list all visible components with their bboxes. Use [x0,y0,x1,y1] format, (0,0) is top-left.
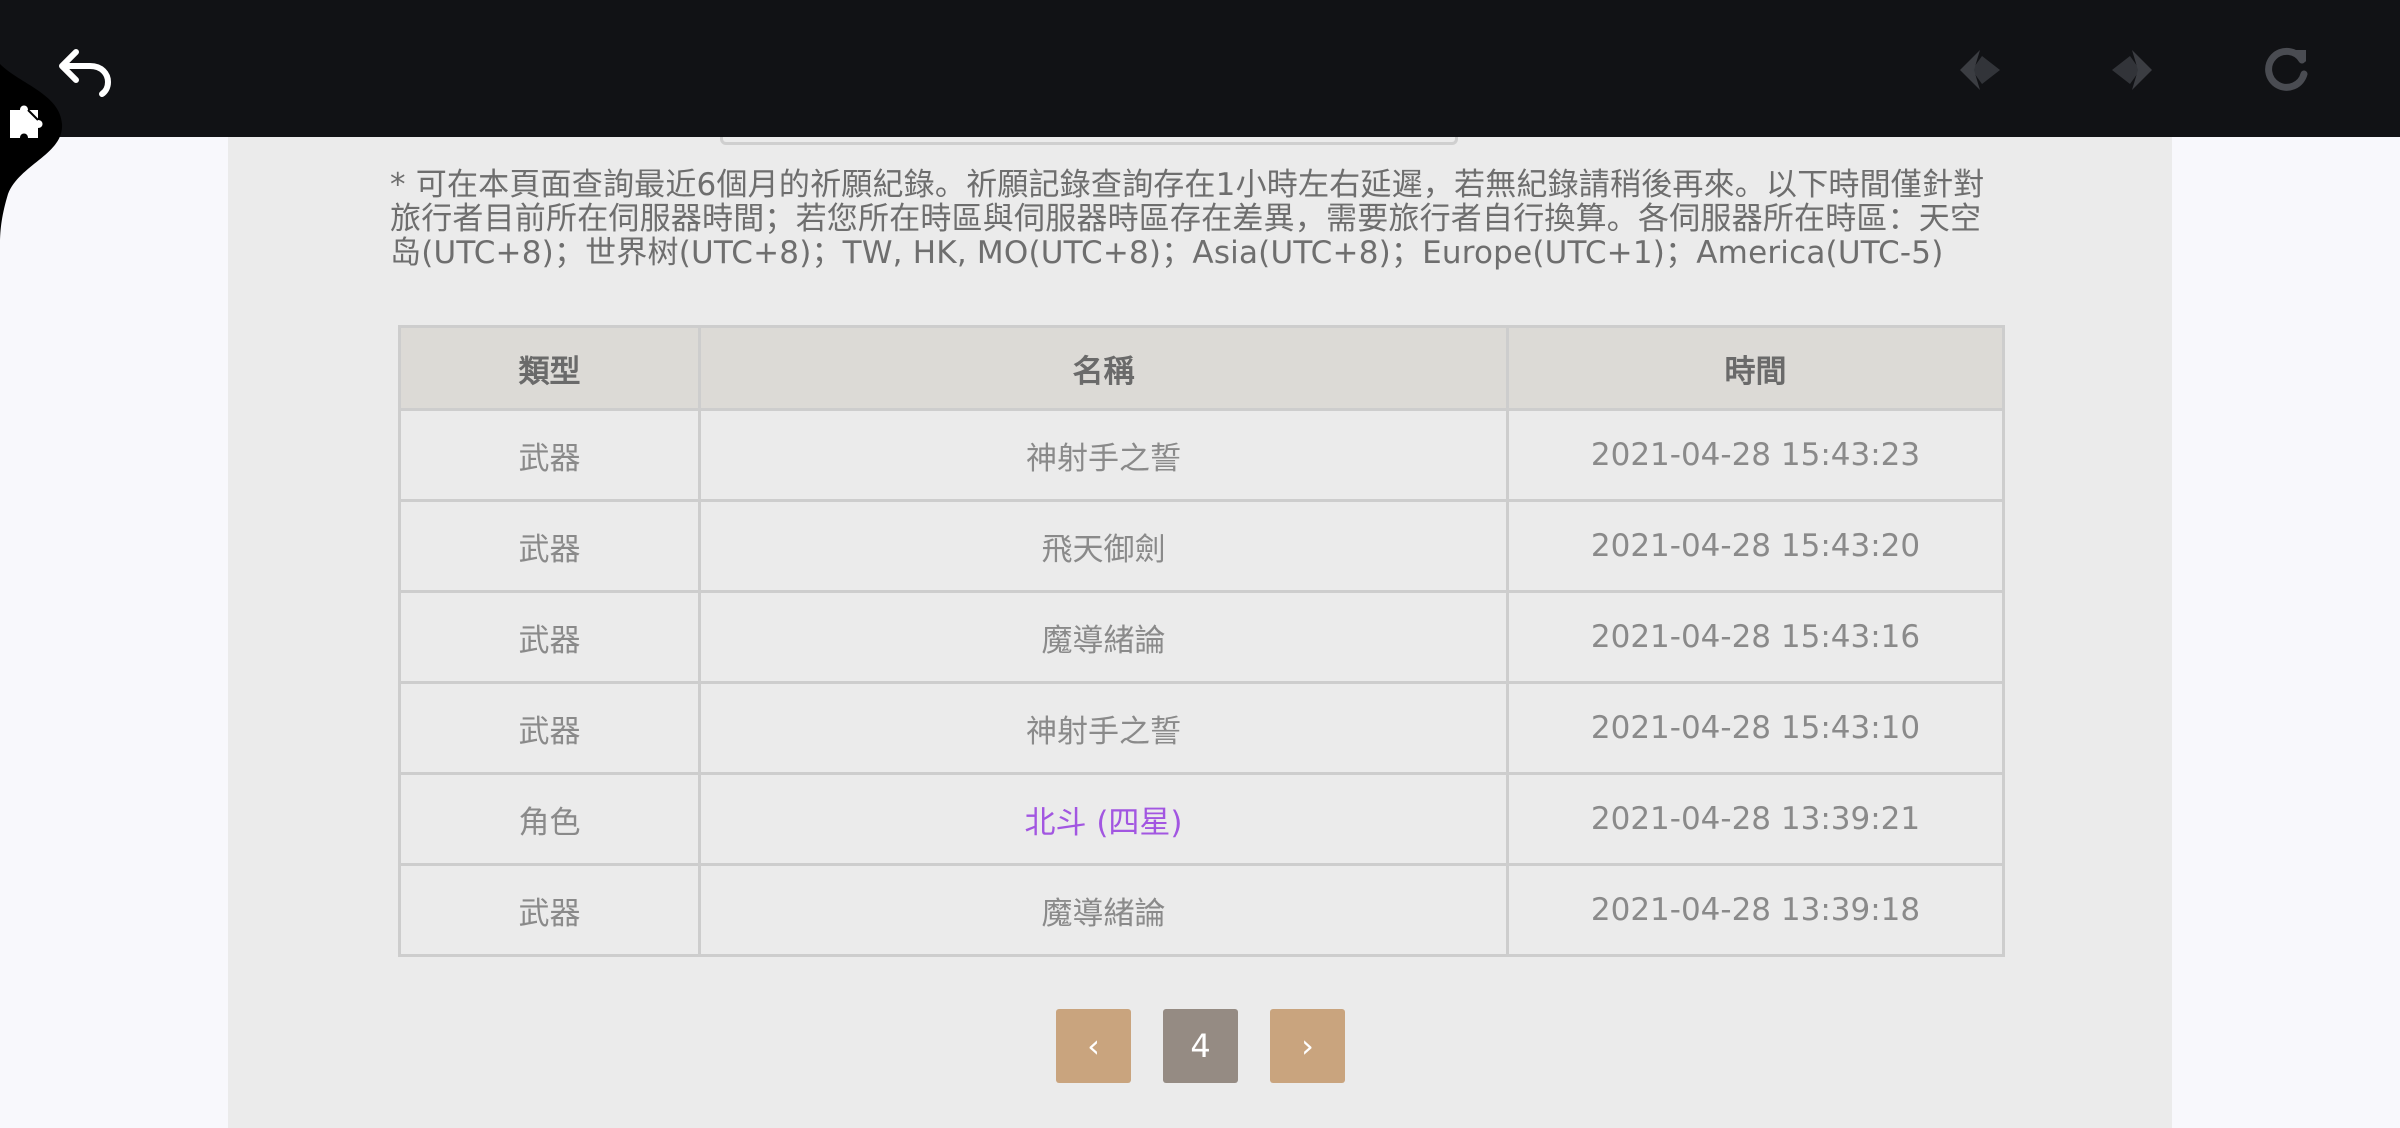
cell-type: 武器 [398,408,701,502]
cell-type: 武器 [398,590,701,684]
cell-time: 2021-04-28 15:43:10 [1506,681,2005,775]
table-row: 武器 神射手之誓 2021-04-28 15:43:10 [398,681,2005,775]
cell-name-highlight: 北斗 (四星) [698,772,1509,866]
table-header-row: 類型 名稱 時間 [398,325,2005,411]
header-name: 名稱 [698,325,1509,411]
reload-icon[interactable] [2254,38,2318,102]
cell-time: 2021-04-28 15:43:16 [1506,590,2005,684]
current-page-indicator[interactable]: 4 [1163,1009,1238,1083]
table-row: 武器 魔導緒論 2021-04-28 13:39:18 [398,863,2005,957]
prev-page-button[interactable]: ‹ [1056,1009,1131,1083]
cell-time: 2021-04-28 13:39:18 [1506,863,2005,957]
cell-time: 2021-04-28 13:39:21 [1506,772,2005,866]
cell-time: 2021-04-28 15:43:23 [1506,408,2005,502]
cell-type: 武器 [398,499,701,593]
cell-name: 神射手之誓 [698,681,1509,775]
header-time: 時間 [1506,325,2005,411]
diamond-left-icon[interactable] [1948,38,2012,102]
floating-tool-tab[interactable] [0,64,70,244]
cell-name: 飛天御劍 [698,499,1509,593]
header-type: 類型 [398,325,701,411]
cell-name: 神射手之誓 [698,408,1509,502]
table-row: 角色 北斗 (四星) 2021-04-28 13:39:21 [398,772,2005,866]
browser-toolbar [0,0,2400,137]
wish-history-table: 類型 名稱 時間 武器 神射手之誓 2021-04-28 15:43:23 武器… [398,325,2005,957]
table-row: 武器 魔導緒論 2021-04-28 15:43:16 [398,590,2005,684]
table-row: 武器 飛天御劍 2021-04-28 15:43:20 [398,499,2005,593]
cell-time: 2021-04-28 15:43:20 [1506,499,2005,593]
diamond-right-icon[interactable] [2100,38,2164,102]
cell-name: 魔導緒論 [698,590,1509,684]
puzzle-icon[interactable] [6,100,50,144]
next-page-button[interactable]: › [1270,1009,1345,1083]
history-notice: * 可在本頁面查詢最近6個月的祈願紀錄。祈願記錄查詢存在1小時左右延遲，若無紀錄… [390,167,1985,271]
table-row: 武器 神射手之誓 2021-04-28 15:43:23 [398,408,2005,502]
cell-type: 武器 [398,681,701,775]
pagination: ‹ 4 › [1056,1009,1345,1083]
cell-type: 武器 [398,863,701,957]
cell-name: 魔導緒論 [698,863,1509,957]
cell-type: 角色 [398,772,701,866]
